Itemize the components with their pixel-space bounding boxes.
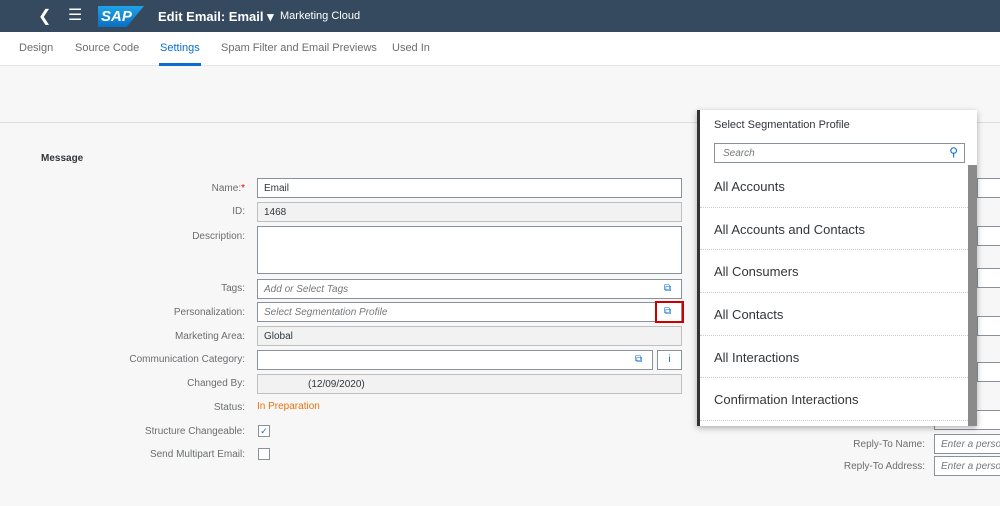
- sap-logo[interactable]: SAP: [98, 6, 144, 27]
- list-item[interactable]: All Accounts and Contacts: [700, 208, 968, 251]
- multipart-checkbox[interactable]: [258, 448, 270, 460]
- list-item[interactable]: All Contacts: [700, 293, 968, 336]
- description-label: Description:: [192, 231, 245, 242]
- tab-spam-filter[interactable]: Spam Filter and Email Previews: [221, 42, 377, 54]
- changed-by-label: Changed By:: [187, 378, 245, 389]
- tags-input[interactable]: Add or Select Tags ⧉: [257, 279, 682, 299]
- structure-label: Structure Changeable:: [144, 426, 245, 437]
- segmentation-profile-popover: Select Segmentation Profile Search ⚲ All …: [697, 110, 977, 426]
- menu-icon[interactable]: ☰: [68, 5, 82, 25]
- tab-design[interactable]: Design: [19, 42, 53, 54]
- personalization-label: Personalization:: [173, 307, 245, 318]
- list-item[interactable]: All Consumers: [700, 250, 968, 294]
- shell-bar: ❮ ☰ SAP Edit Email: Email ▾ Marketing Cl…: [0, 0, 1000, 32]
- id-field: 1468: [257, 202, 682, 222]
- reply-to-name-input[interactable]: Enter a person: [934, 434, 1000, 454]
- name-input[interactable]: Email: [257, 178, 682, 198]
- tab-source-code[interactable]: Source Code: [75, 42, 139, 54]
- value-help-icon[interactable]: ⧉: [635, 354, 646, 365]
- status-label: Status:: [213, 402, 245, 413]
- id-label: ID:: [232, 206, 245, 217]
- personalization-input[interactable]: Select Segmentation Profile ⧉: [257, 302, 682, 322]
- list-item[interactable]: All Interactions: [700, 336, 968, 379]
- search-icon[interactable]: ⚲: [949, 145, 958, 159]
- back-icon[interactable]: ❮: [38, 6, 51, 26]
- app-title[interactable]: Edit Email: Email ▾: [158, 9, 274, 25]
- tab-settings[interactable]: Settings: [159, 42, 201, 66]
- multipart-label: Send Multipart Email:: [149, 449, 245, 460]
- right-input[interactable]: [977, 226, 1000, 246]
- reply-to-name-label: Reply-To Name:: [853, 439, 925, 450]
- description-textarea[interactable]: [257, 226, 682, 274]
- tags-label: Tags:: [221, 283, 245, 294]
- search-input[interactable]: Search ⚲: [714, 143, 965, 163]
- value-help-icon[interactable]: ⧉: [664, 283, 675, 294]
- right-input[interactable]: [977, 268, 1000, 288]
- marketing-area-label: Marketing Area:: [174, 331, 245, 342]
- changed-by-field: (12/09/2020): [257, 374, 682, 394]
- reply-to-address-label: Reply-To Address:: [843, 461, 925, 472]
- reply-to-address-input[interactable]: Enter a person: [934, 456, 1000, 476]
- right-input[interactable]: [977, 178, 1000, 198]
- popover-title: Select Segmentation Profile: [714, 119, 850, 131]
- tab-bar: Design Source Code Settings Spam Filter …: [0, 32, 1000, 66]
- structure-checkbox[interactable]: ✓: [258, 425, 270, 437]
- tab-used-in[interactable]: Used In: [392, 42, 430, 54]
- list-item[interactable]: All Accounts: [700, 165, 968, 208]
- info-button[interactable]: i: [657, 350, 682, 370]
- profile-list: All Accounts All Accounts and Contacts A…: [700, 165, 968, 422]
- highlight-box: [655, 301, 684, 323]
- right-input[interactable]: [977, 362, 1000, 382]
- section-title: Message: [41, 153, 84, 164]
- name-label: Name:*: [211, 183, 245, 194]
- app-subtitle: Marketing Cloud: [280, 10, 361, 22]
- communication-category-label: Communication Category:: [129, 354, 245, 365]
- scrollbar[interactable]: [968, 165, 977, 426]
- marketing-area-field: Global: [257, 326, 682, 346]
- communication-category-input[interactable]: ⧉: [257, 350, 653, 370]
- list-item[interactable]: Confirmation Interactions: [700, 378, 968, 422]
- right-input[interactable]: [977, 316, 1000, 336]
- status-value: In Preparation: [257, 401, 320, 412]
